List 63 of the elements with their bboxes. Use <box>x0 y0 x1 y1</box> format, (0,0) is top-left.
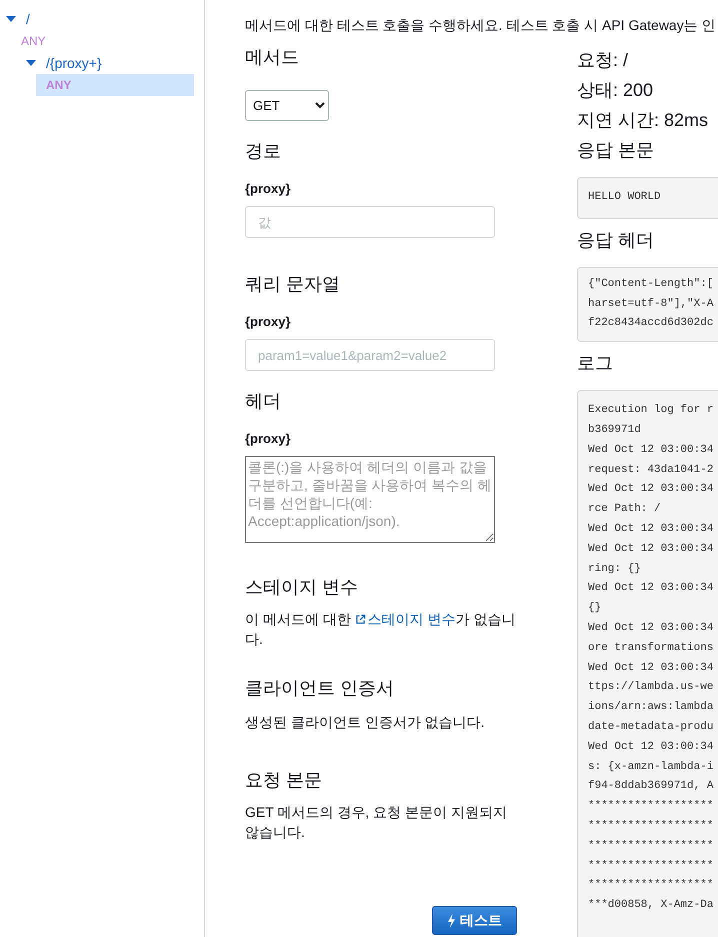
method-item[interactable]: ANY <box>16 30 194 52</box>
code-line: ore transformations <box>588 640 714 656</box>
code-line: {} <box>588 601 602 616</box>
code-line: Wed Oct 12 03:00:34 <box>588 482 714 498</box>
value-input[interactable]: 값 <box>245 206 495 238</box>
section-heading: 로그 <box>577 352 614 376</box>
code-line: harset=utf-8"],"X-A <box>588 296 714 312</box>
parameter-label: {proxy} <box>245 313 292 330</box>
code-line: request: 43da1041-2 <box>588 462 714 478</box>
code-line: rce Path: / <box>588 502 662 518</box>
caret-icon[interactable] <box>26 60 36 66</box>
latency-text: 지연 시간: 82ms <box>577 109 710 132</box>
stage-variables-link[interactable]: 스테이지 변수 <box>354 611 456 627</box>
certificate-text: 생성된 클라이언트 인증서가 없습니다. <box>245 713 486 732</box>
section-heading: 요청 본문 <box>245 769 324 792</box>
code-line: ions/arn:aws:lambda <box>588 700 714 716</box>
section-heading: 쿼리 문자열 <box>245 273 342 296</box>
code-line: Wed Oct 12 03:00:34 <box>588 660 714 676</box>
code-line: date-metadata-produ <box>588 720 714 735</box>
code-line: ******************* <box>588 858 714 874</box>
code-line: ***d00858, X-Amz-Da <box>588 898 714 914</box>
code-line: ttps://lambda.us-we <box>588 680 714 696</box>
intro-text: 메서드에 대한 테스트 호출을 수행하세요. 테스트 호출 시 API Gateway는 인 <box>245 16 717 35</box>
test-button[interactable]: 테스트 <box>432 906 517 935</box>
section-heading: 스테이지 변수 <box>245 576 360 599</box>
code-line: ring: {} <box>588 562 642 577</box>
lightning-icon <box>447 914 456 928</box>
code-line: ******************* <box>588 878 714 894</box>
section-heading: 헤더 <box>245 390 282 413</box>
code-line: Wed Oct 12 03:00:34 <box>588 522 714 537</box>
headers-textarea[interactable]: 콜론(:)을 사용하여 헤더의 이름과 값을 구분하고, 줄바꿈을 사용하여 복수의 헤더를 선언합니다(예: Accept:application/json). <box>245 456 495 543</box>
request-path: 요청: / <box>577 49 630 72</box>
code-line: Wed Oct 12 03:00:34 <box>588 442 714 458</box>
section-heading: 메서드 <box>245 46 300 69</box>
query-input[interactable]: param1=value1&param2=value2 <box>245 339 495 371</box>
section-heading: 클라이언트 인증서 <box>245 677 396 700</box>
code-line: f94-8ddab369971d, A <box>588 779 714 794</box>
code-line: Wed Oct 12 03:00:34 <box>588 542 714 557</box>
code-line: Wed Oct 12 03:00:34 <box>588 620 714 636</box>
code-line: {"Content-Length":[ <box>588 276 714 292</box>
section-heading: 경로 <box>245 140 282 163</box>
code-line: b369971d <box>588 422 642 438</box>
parameter-label: {proxy} <box>245 430 292 447</box>
stage-variables-text: 이 메서드에 대한 스테이지 변수가 없습니다. <box>245 610 516 649</box>
status-text: 상태: 200 <box>577 79 654 102</box>
code-line: Wed Oct 12 03:00:34 <box>588 740 714 755</box>
code-line: Wed Oct 12 03:00:34 <box>588 581 714 596</box>
resource-link[interactable]: / <box>26 8 30 30</box>
request-body-text: GET 메서드의 경우, 요청 본문이 지원되지 않습니다. <box>245 803 508 842</box>
code-line: HELLO WORLD <box>588 190 662 205</box>
code-line: ******************* <box>588 799 714 814</box>
code-line: ******************* <box>588 838 714 854</box>
code-line: Execution log for r <box>588 403 714 418</box>
parameter-label: {proxy} <box>245 180 292 197</box>
caret-icon[interactable] <box>6 16 16 22</box>
section-heading: 응답 헤더 <box>577 228 656 252</box>
code-line: f22c8434accd6d302dc <box>588 316 714 332</box>
section-heading: 응답 본문 <box>577 139 656 162</box>
external-link-icon <box>354 614 366 625</box>
code-line: ******************* <box>588 818 714 834</box>
code-line: s: {x-amzn-lambda-i <box>588 760 714 775</box>
resource-link[interactable]: /{proxy+} <box>46 52 102 74</box>
method-select[interactable]: GET <box>245 90 329 121</box>
